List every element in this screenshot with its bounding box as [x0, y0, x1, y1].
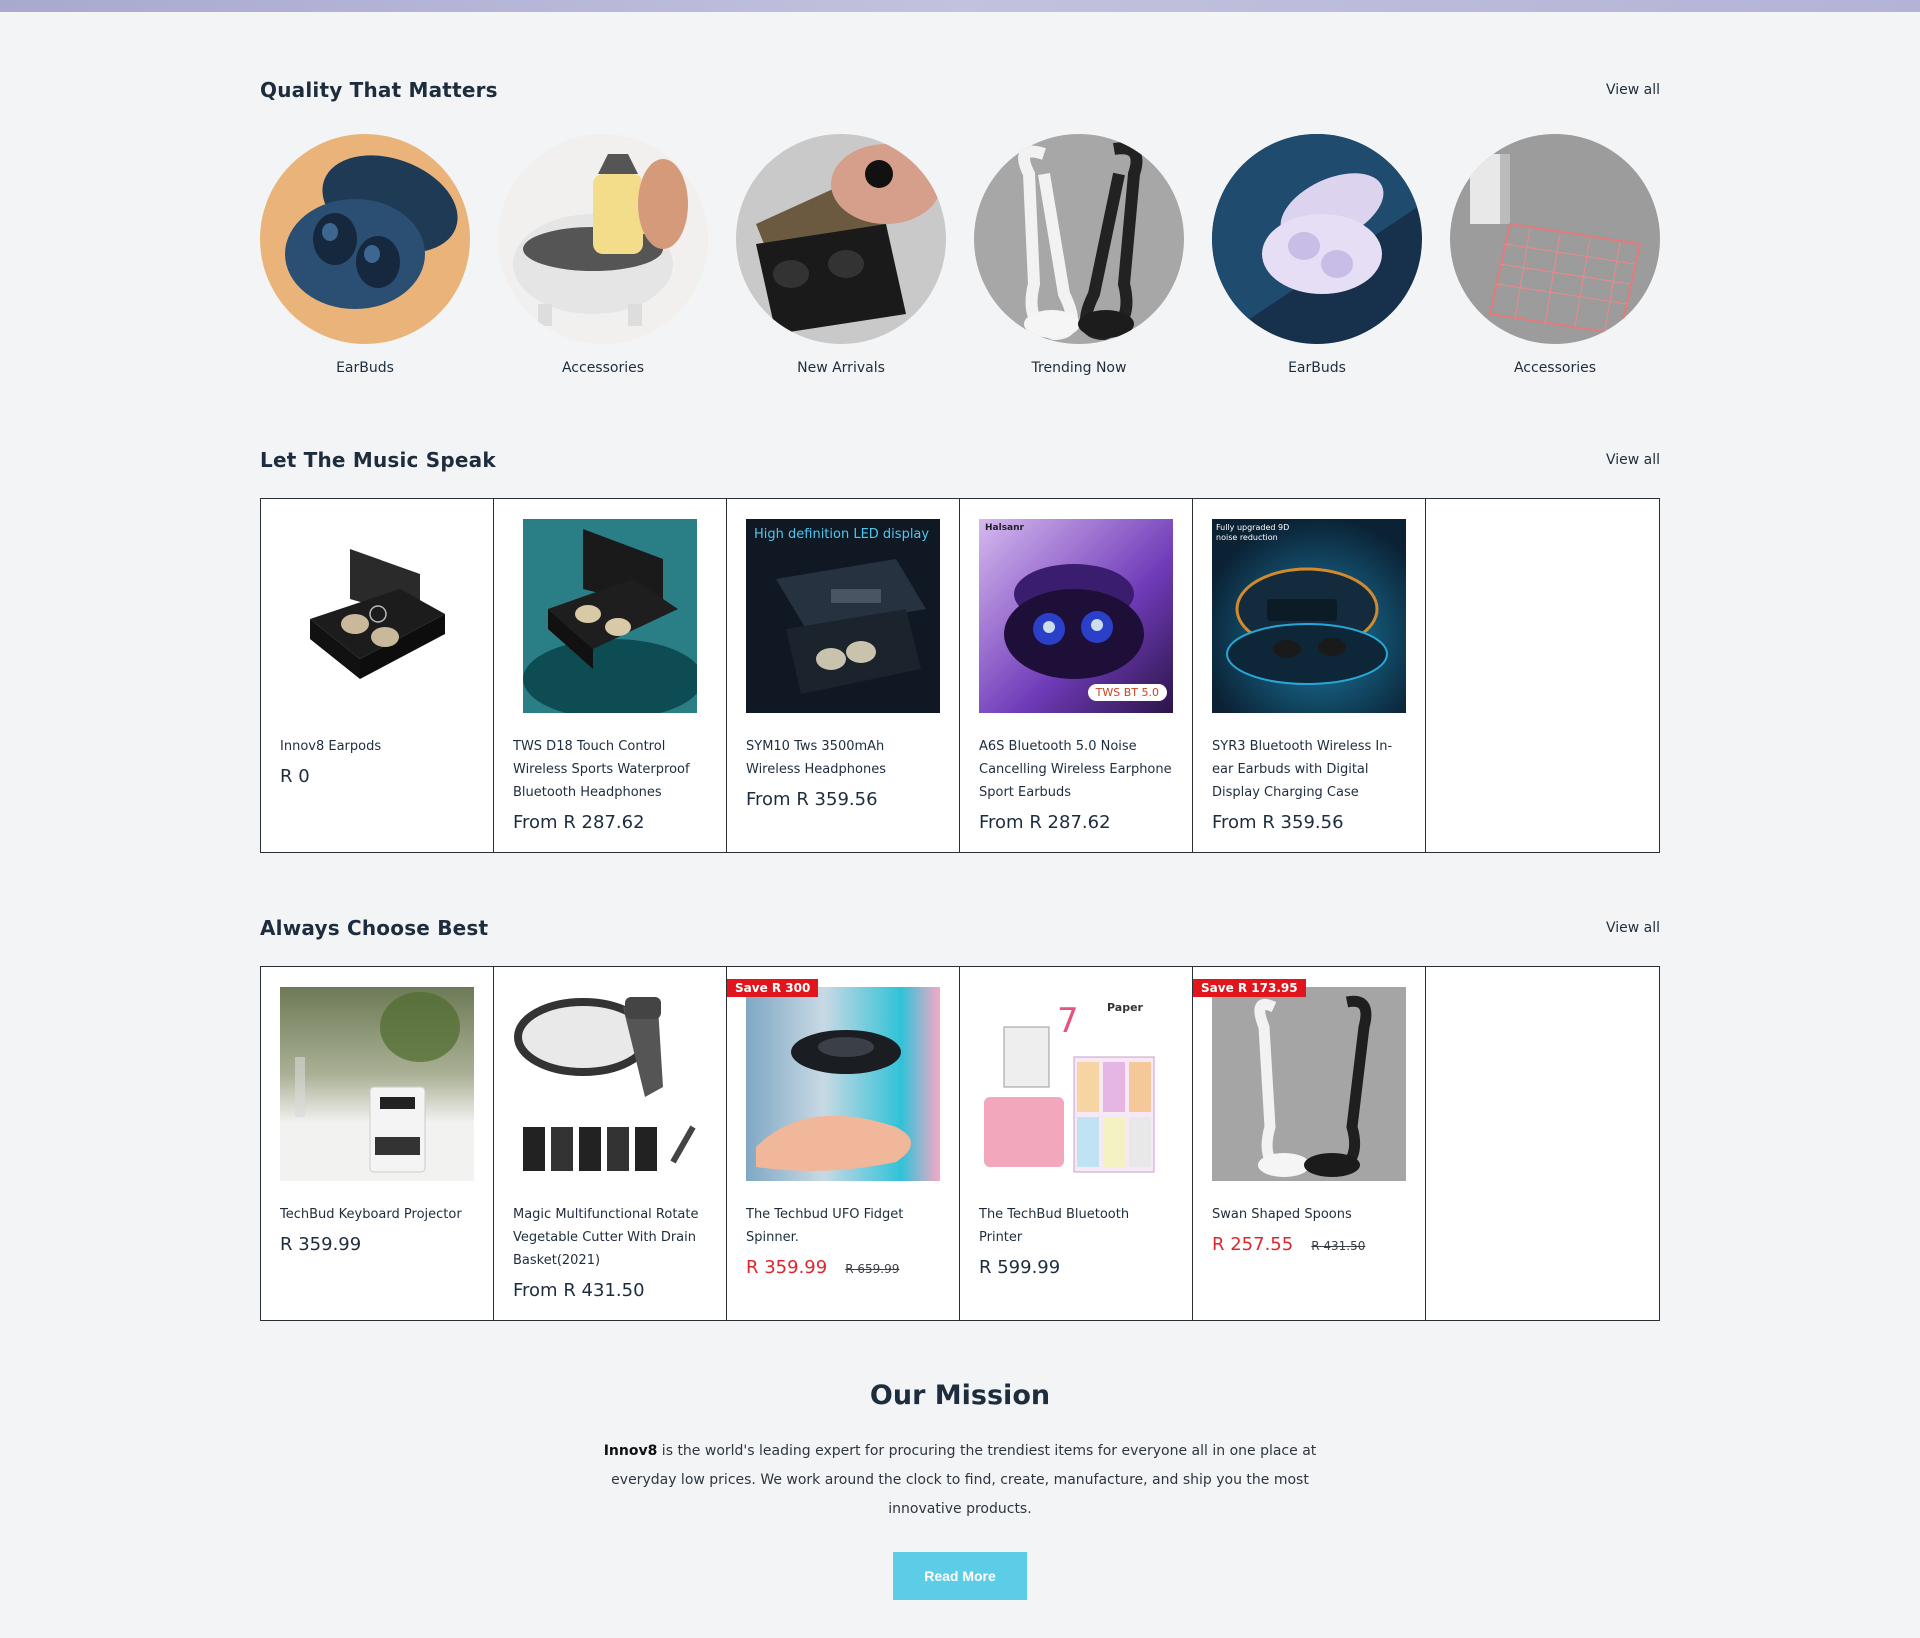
product-image: High definition LED display: [746, 519, 940, 713]
product-image: [280, 519, 474, 713]
product-image: [280, 987, 474, 1181]
collection-earbuds[interactable]: EarBuds: [260, 134, 470, 376]
product-title: Magic Multifunctional Rotate Vegetable C…: [513, 1207, 699, 1268]
product-image: [513, 987, 707, 1181]
product-image-tag: TWS BT 5.0: [1087, 684, 1167, 701]
mission-body: is the world's leading expert for procur…: [611, 1443, 1317, 1517]
view-all-link[interactable]: View all: [1606, 920, 1660, 936]
product-price: From R 359.56: [1212, 812, 1344, 833]
product-price: From R 287.62: [979, 812, 1111, 833]
product-card[interactable]: Save R 300 The Techbud UFO Fidget Spinne…: [727, 967, 960, 1320]
collection-accessories-2[interactable]: Accessories: [1450, 134, 1660, 376]
collection-label: New Arrivals: [797, 360, 885, 376]
product-image-caption: Paper: [1107, 1001, 1143, 1014]
product-image-brand: Halsanr: [985, 523, 1024, 533]
product-image: Fully upgraded 9D noise reduction: [1212, 519, 1406, 713]
product-title: TechBud Keyboard Projector: [280, 1207, 462, 1222]
collection-image: [260, 134, 470, 344]
save-badge: Save R 300: [727, 979, 819, 997]
product-title: Innov8 Earpods: [280, 739, 382, 754]
product-card[interactable]: Magic Multifunctional Rotate Vegetable C…: [494, 967, 727, 1320]
save-badge: Save R 173.95: [1193, 979, 1306, 997]
collection-image: [1212, 134, 1422, 344]
product-title: Swan Shaped Spoons: [1212, 1207, 1352, 1222]
product-image: [746, 987, 940, 1181]
product-image: [523, 519, 697, 713]
product-price: From R 359.56: [746, 789, 878, 810]
product-image: [1212, 987, 1406, 1181]
sale-price: R 359.99: [746, 1257, 828, 1278]
section-title: Always Choose Best: [260, 916, 489, 940]
best-section: Always Choose Best View all TechBud Keyb…: [260, 908, 1660, 1321]
collection-label: Accessories: [561, 360, 645, 376]
view-all-link[interactable]: View all: [1606, 82, 1660, 98]
product-price: From R 431.50: [513, 1280, 645, 1301]
product-title: SYM10 Tws 3500mAh Wireless Headphones: [746, 739, 886, 777]
compare-at-price: R 659.99: [845, 1262, 900, 1276]
collection-image: [974, 134, 1184, 344]
section-title: Let The Music Speak: [260, 448, 496, 472]
view-all-link[interactable]: View all: [1606, 452, 1660, 468]
product-image-caption: High definition LED display: [754, 527, 930, 542]
product-price: R 359.99: [280, 1234, 362, 1255]
product-card[interactable]: Fully upgraded 9D noise reduction SYR3 B…: [1193, 499, 1426, 852]
sale-price: R 257.55: [1212, 1234, 1294, 1255]
product-title: A6S Bluetooth 5.0 Noise Cancelling Wirel…: [979, 739, 1172, 800]
section-title: Quality That Matters: [260, 78, 498, 102]
product-price: R 0: [280, 766, 310, 787]
collections-section: Quality That Matters View all EarBuds Ac…: [260, 70, 1660, 376]
product-title: The Techbud UFO Fidget Spinner.: [746, 1207, 904, 1245]
product-title: SYR3 Bluetooth Wireless In-ear Earbuds w…: [1212, 739, 1393, 800]
product-price: R 599.99: [979, 1257, 1061, 1278]
product-card-empty: [1426, 967, 1659, 1320]
collection-image: [736, 134, 946, 344]
product-card[interactable]: TWS D18 Touch Control Wireless Sports Wa…: [494, 499, 727, 852]
product-card[interactable]: Halsanr TWS BT 5.0 A6S Bluetooth 5.0 Noi…: [960, 499, 1193, 852]
collection-label: Trending Now: [1031, 360, 1127, 376]
product-grid: Innov8 Earpods R 0 TWS D18 Touch Control…: [260, 498, 1660, 853]
product-image-caption: Fully upgraded 9D noise reduction: [1216, 523, 1290, 542]
collection-image: [498, 134, 708, 344]
read-more-button[interactable]: Read More: [893, 1552, 1027, 1600]
collection-label: EarBuds: [336, 360, 394, 376]
mission-title: Our Mission: [869, 1380, 1051, 1411]
mission-brand: Innov8: [603, 1443, 658, 1459]
collection-earbuds-2[interactable]: EarBuds: [1212, 134, 1422, 376]
product-price: From R 287.62: [513, 812, 645, 833]
product-title: The TechBud Bluetooth Printer: [979, 1207, 1130, 1245]
collection-label: Accessories: [1513, 360, 1597, 376]
product-card[interactable]: Paper 7 The TechBud Bluetooth Printer R …: [960, 967, 1193, 1320]
product-card[interactable]: Save R 173.95 Swan Shaped Spoons R 257.5…: [1193, 967, 1426, 1320]
music-section: Let The Music Speak View all Innov8 Earp…: [260, 440, 1660, 853]
collection-accessories[interactable]: Accessories: [498, 134, 708, 376]
product-image: Paper 7: [979, 987, 1173, 1181]
collection-new-arrivals[interactable]: New Arrivals: [736, 134, 946, 376]
collection-trending-now[interactable]: Trending Now: [974, 134, 1184, 376]
product-card[interactable]: Innov8 Earpods R 0: [261, 499, 494, 852]
product-card[interactable]: TechBud Keyboard Projector R 359.99: [261, 967, 494, 1320]
mission-text: Innov8 is the world's leading expert for…: [600, 1437, 1320, 1524]
collection-image: [1450, 134, 1660, 344]
product-card[interactable]: High definition LED display SYM10 Tws 35…: [727, 499, 960, 852]
mission-section: Our Mission Innov8 is the world's leadin…: [260, 1380, 1660, 1600]
product-card-empty: [1426, 499, 1659, 852]
svg-text:7: 7: [1057, 1001, 1079, 1041]
compare-at-price: R 431.50: [1311, 1239, 1366, 1253]
product-title: TWS D18 Touch Control Wireless Sports Wa…: [513, 739, 690, 800]
product-grid: TechBud Keyboard Projector R 359.99 Magi…: [260, 966, 1660, 1321]
collection-label: EarBuds: [1288, 360, 1346, 376]
product-image: Halsanr TWS BT 5.0: [979, 519, 1173, 713]
top-accent-bar: [0, 0, 1920, 12]
